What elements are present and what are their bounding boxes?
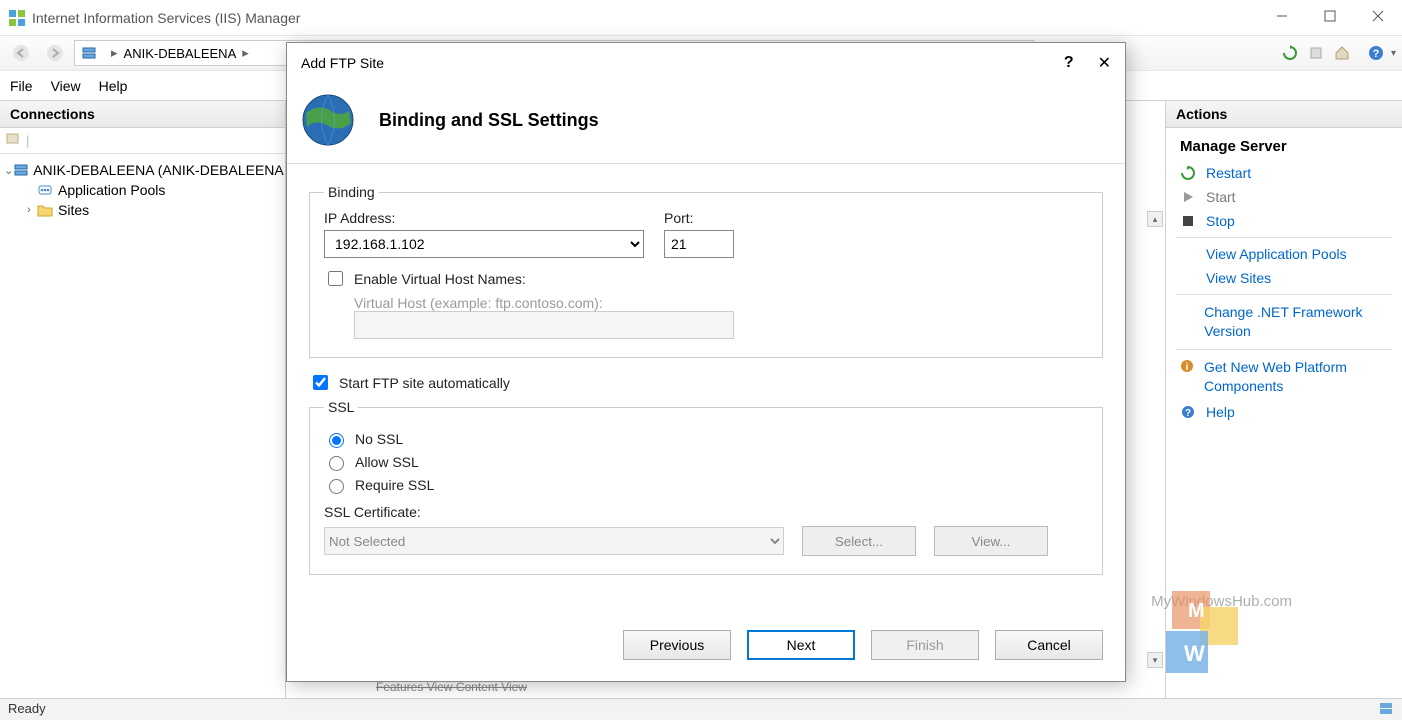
action-restart[interactable]: Restart bbox=[1166, 161, 1402, 185]
expand-icon[interactable]: › bbox=[22, 204, 36, 216]
action-stop[interactable]: Stop bbox=[1166, 209, 1402, 233]
help-icon[interactable]: ? bbox=[1365, 42, 1387, 64]
no-ssl-radio[interactable] bbox=[329, 433, 344, 448]
iis-app-icon bbox=[8, 9, 26, 27]
no-ssl-label: No SSL bbox=[355, 431, 403, 447]
stop-icon[interactable] bbox=[1305, 42, 1327, 64]
scroll-down-icon[interactable]: ▾ bbox=[1147, 652, 1163, 668]
action-start: Start bbox=[1166, 185, 1402, 209]
action-get-webpi[interactable]: i Get New Web Platform Components bbox=[1166, 354, 1402, 400]
require-ssl-radio[interactable] bbox=[329, 479, 344, 494]
breadcrumb-arrow-icon: ▸ bbox=[242, 45, 249, 61]
allow-ssl-radio[interactable] bbox=[329, 456, 344, 471]
refresh-icon[interactable] bbox=[1279, 42, 1301, 64]
connections-pane: Connections | ⌄ ANIK-DEBALEENA (ANIK-DEB… bbox=[0, 101, 286, 698]
actions-header: Actions bbox=[1166, 101, 1402, 128]
window-title: Internet Information Services (IIS) Mana… bbox=[32, 10, 300, 26]
virtual-host-input bbox=[354, 311, 734, 339]
svg-text:?: ? bbox=[1185, 408, 1191, 419]
help-icon: ? bbox=[1180, 404, 1196, 420]
ssl-certificate-select: Not Selected bbox=[324, 527, 784, 555]
tree-root-label: ANIK-DEBALEENA (ANIK-DEBALEENA bbox=[33, 162, 284, 178]
action-view-app-pools[interactable]: View Application Pools bbox=[1166, 242, 1402, 266]
tree-app-pools[interactable]: Application Pools bbox=[22, 180, 281, 200]
ssl-certificate-label: SSL Certificate: bbox=[324, 504, 1088, 520]
breadcrumb-arrow-icon: ▸ bbox=[111, 45, 118, 61]
actions-heading: Manage Server bbox=[1166, 134, 1402, 161]
binding-legend: Binding bbox=[324, 184, 379, 200]
next-button[interactable]: Next bbox=[747, 630, 855, 660]
home-icon[interactable] bbox=[1331, 42, 1353, 64]
nav-forward-button[interactable] bbox=[40, 38, 70, 68]
ip-address-label: IP Address: bbox=[324, 210, 644, 226]
port-label: Port: bbox=[664, 210, 734, 226]
status-bar: Ready bbox=[0, 698, 1402, 720]
dialog-heading: Binding and SSL Settings bbox=[379, 110, 599, 131]
window-maximize-button[interactable] bbox=[1306, 0, 1354, 32]
stop-icon bbox=[1180, 213, 1196, 229]
status-tray-icon bbox=[1378, 701, 1394, 718]
restart-icon bbox=[1180, 165, 1196, 181]
cancel-button[interactable]: Cancel bbox=[995, 630, 1103, 660]
sites-folder-icon bbox=[36, 202, 54, 218]
ssl-group: SSL No SSL Allow SSL Require SSL SSL Cer… bbox=[309, 399, 1103, 575]
server-icon bbox=[81, 45, 97, 61]
play-icon bbox=[1180, 189, 1196, 205]
binding-group: Binding IP Address: 192.168.1.102 Port: … bbox=[309, 184, 1103, 358]
add-ftp-site-dialog: Add FTP Site ? ✕ Binding and SSL Setting… bbox=[286, 42, 1126, 682]
window-minimize-button[interactable] bbox=[1258, 0, 1306, 32]
ip-address-select[interactable]: 192.168.1.102 bbox=[324, 230, 644, 258]
connection-tree: ⌄ ANIK-DEBALEENA (ANIK-DEBALEENA Applica… bbox=[0, 154, 285, 226]
ssl-legend: SSL bbox=[324, 399, 358, 415]
connections-toolbar: | bbox=[0, 128, 285, 154]
nav-back-button[interactable] bbox=[6, 38, 36, 68]
dialog-title: Add FTP Site bbox=[301, 55, 384, 71]
status-text: Ready bbox=[8, 701, 46, 716]
view-tabs: Features View Content View bbox=[376, 680, 527, 694]
ssl-view-button: View... bbox=[934, 526, 1048, 556]
svg-text:i: i bbox=[1186, 362, 1189, 373]
allow-ssl-label: Allow SSL bbox=[355, 454, 419, 470]
app-pools-icon bbox=[36, 182, 54, 198]
scroll-up-icon[interactable]: ▴ bbox=[1147, 211, 1163, 227]
action-view-sites[interactable]: View Sites bbox=[1166, 266, 1402, 290]
virtual-host-label: Virtual Host (example: ftp.contoso.com): bbox=[354, 295, 1088, 311]
tree-sites[interactable]: › Sites bbox=[22, 200, 281, 220]
svg-text:?: ? bbox=[1373, 48, 1380, 60]
port-input[interactable] bbox=[664, 230, 734, 258]
require-ssl-label: Require SSL bbox=[355, 477, 434, 493]
action-help[interactable]: ? Help bbox=[1166, 400, 1402, 424]
window-close-button[interactable] bbox=[1354, 0, 1402, 32]
enable-virtual-host-checkbox[interactable] bbox=[328, 271, 343, 286]
info-icon: i bbox=[1180, 358, 1194, 374]
ssl-select-button: Select... bbox=[802, 526, 916, 556]
collapse-icon[interactable]: ⌄ bbox=[4, 164, 13, 177]
dialog-help-button[interactable]: ? bbox=[1064, 54, 1074, 72]
enable-virtual-host-label: Enable Virtual Host Names: bbox=[354, 271, 526, 287]
breadcrumb-node[interactable]: ANIK-DEBALEENA bbox=[124, 46, 237, 61]
action-change-net[interactable]: Change .NET Framework Version bbox=[1166, 299, 1402, 345]
dialog-close-button[interactable]: ✕ bbox=[1098, 53, 1111, 73]
connections-header: Connections bbox=[0, 101, 285, 128]
globe-icon bbox=[301, 93, 355, 147]
menu-help[interactable]: Help bbox=[99, 78, 128, 94]
title-bar: Internet Information Services (IIS) Mana… bbox=[0, 0, 1402, 35]
finish-button: Finish bbox=[871, 630, 979, 660]
start-automatically-label: Start FTP site automatically bbox=[339, 375, 510, 391]
server-icon bbox=[13, 162, 29, 178]
start-automatically-checkbox[interactable] bbox=[313, 375, 328, 390]
actions-pane: Actions Manage Server Restart Start Stop… bbox=[1166, 101, 1402, 698]
menu-file[interactable]: File bbox=[10, 78, 33, 94]
previous-button[interactable]: Previous bbox=[623, 630, 731, 660]
tree-sites-label: Sites bbox=[58, 202, 89, 218]
connect-icon[interactable] bbox=[6, 132, 22, 149]
tree-root-node[interactable]: ⌄ ANIK-DEBALEENA (ANIK-DEBALEENA bbox=[4, 160, 281, 180]
tree-app-pools-label: Application Pools bbox=[58, 182, 165, 198]
menu-view[interactable]: View bbox=[51, 78, 81, 94]
